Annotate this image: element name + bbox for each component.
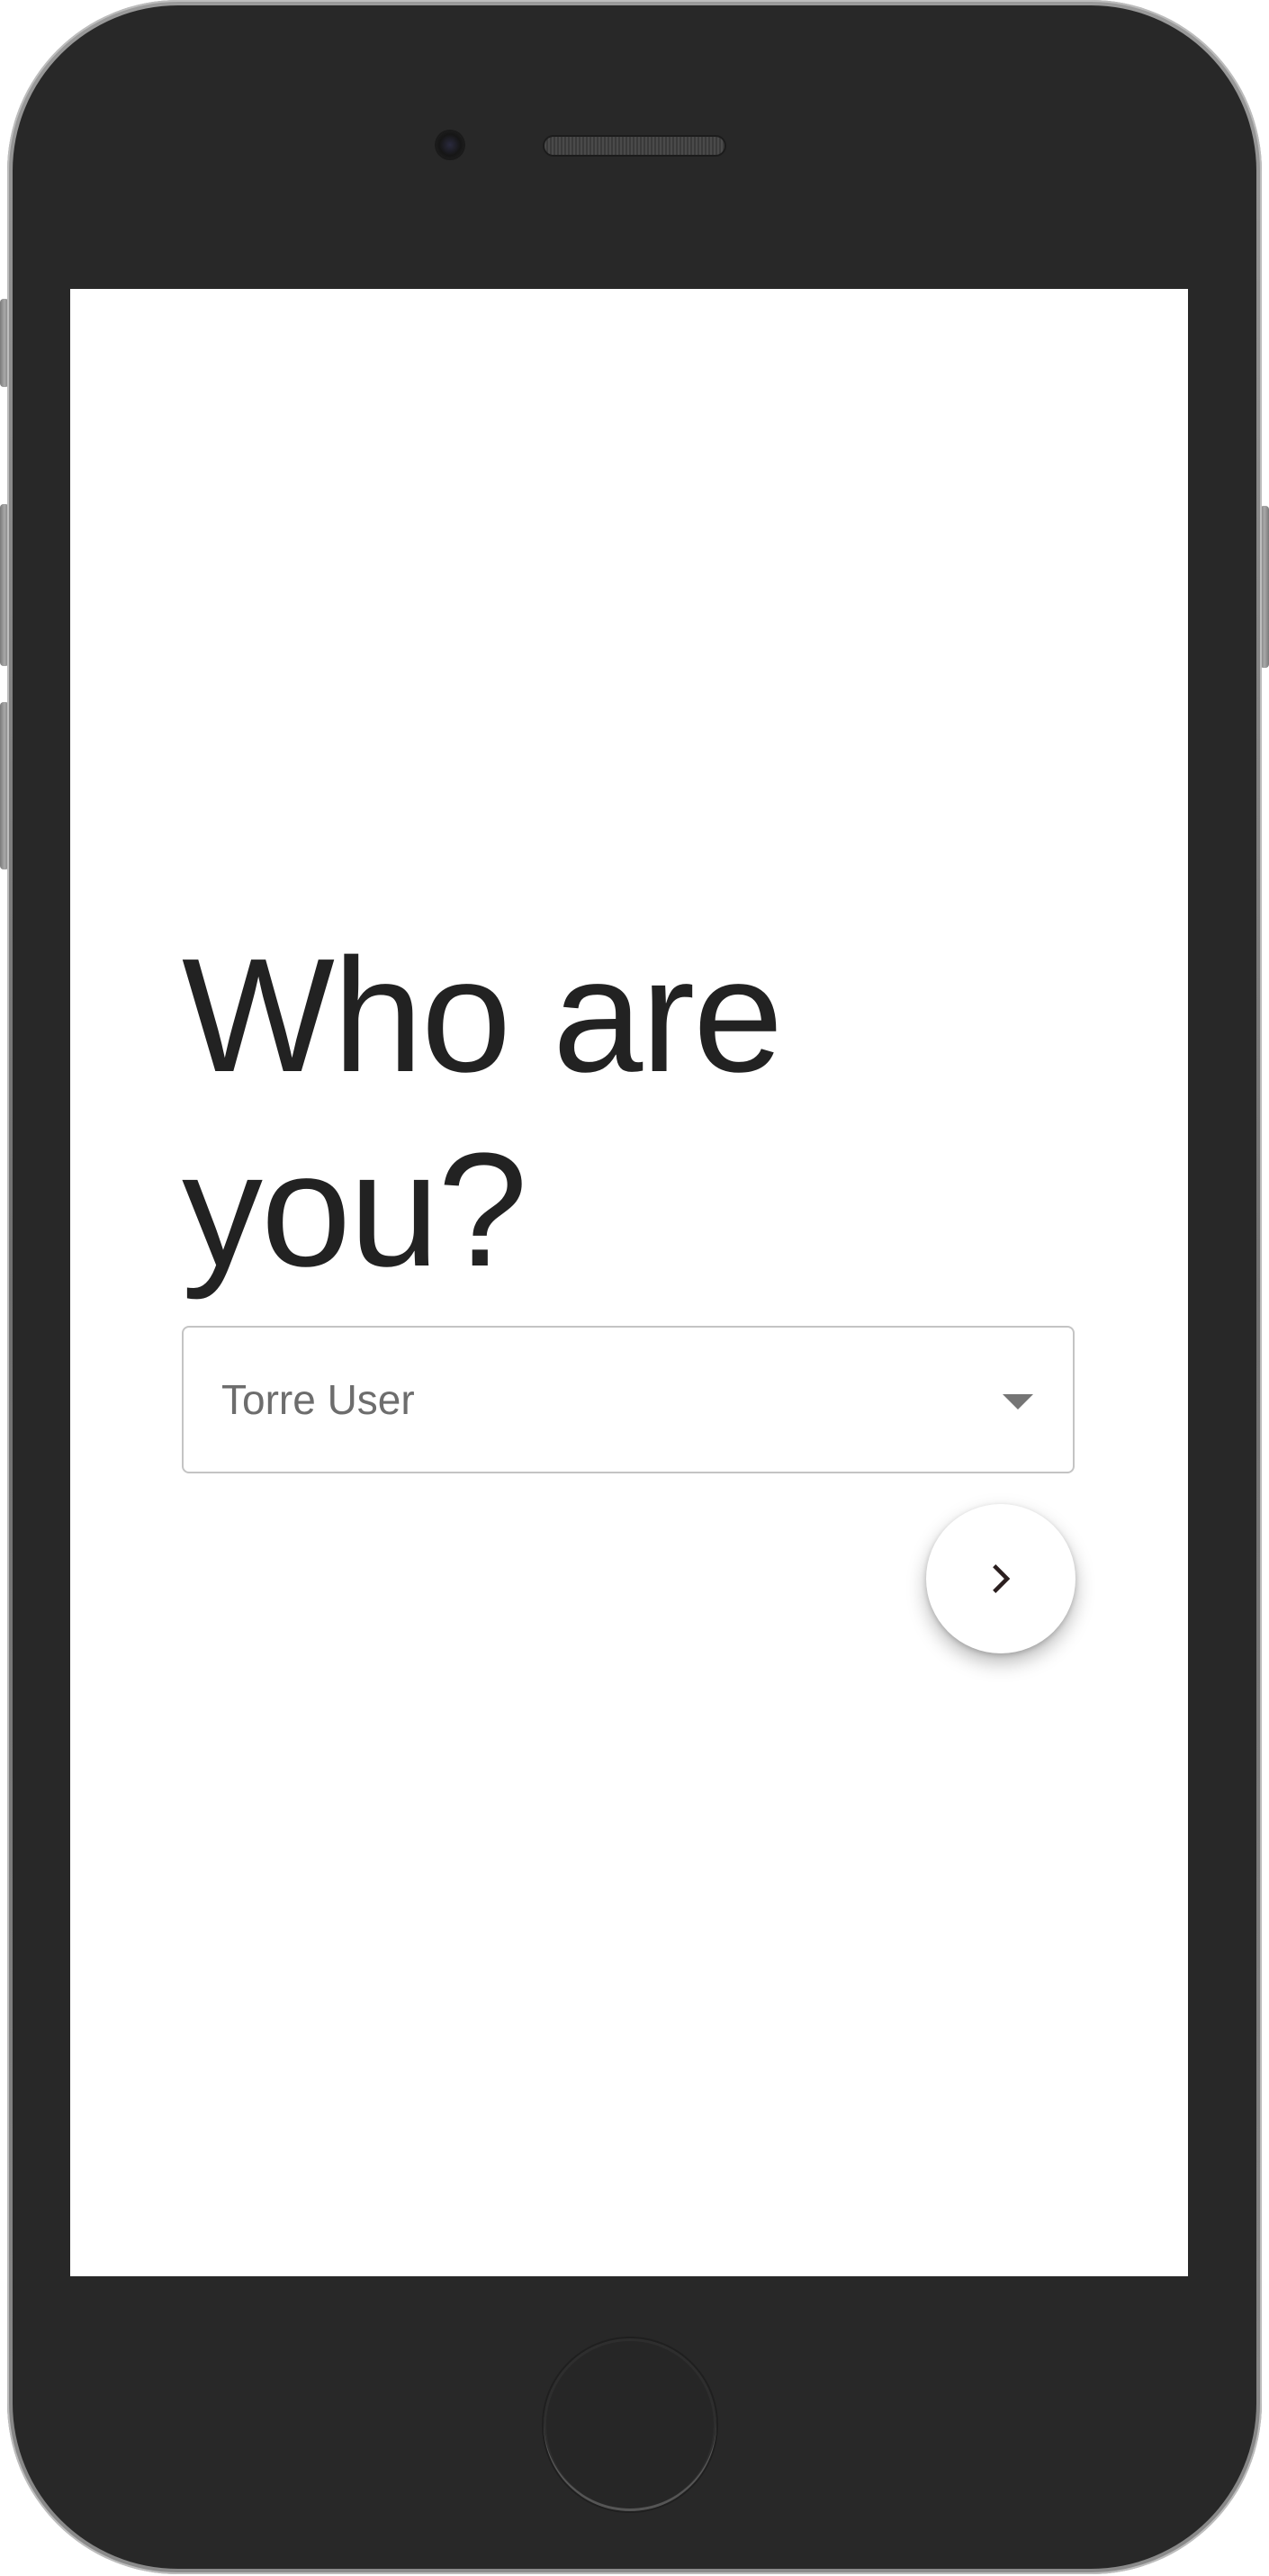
camera-icon: [436, 131, 464, 158]
user-type-select[interactable]: Torre User: [182, 1326, 1075, 1473]
chevron-right-icon: [993, 1564, 1011, 1593]
next-button[interactable]: [926, 1504, 1076, 1653]
device-mockup: Who are you? Torre User: [0, 0, 1269, 2576]
speaker-grille: [544, 137, 724, 155]
app-screen: Who are you? Torre User: [70, 289, 1188, 2276]
dropdown-arrow-icon: [1003, 1394, 1033, 1410]
select-value: Torre User: [221, 1376, 415, 1423]
page-title: Who are you?: [182, 925, 783, 1301]
home-button[interactable]: [544, 2338, 716, 2511]
